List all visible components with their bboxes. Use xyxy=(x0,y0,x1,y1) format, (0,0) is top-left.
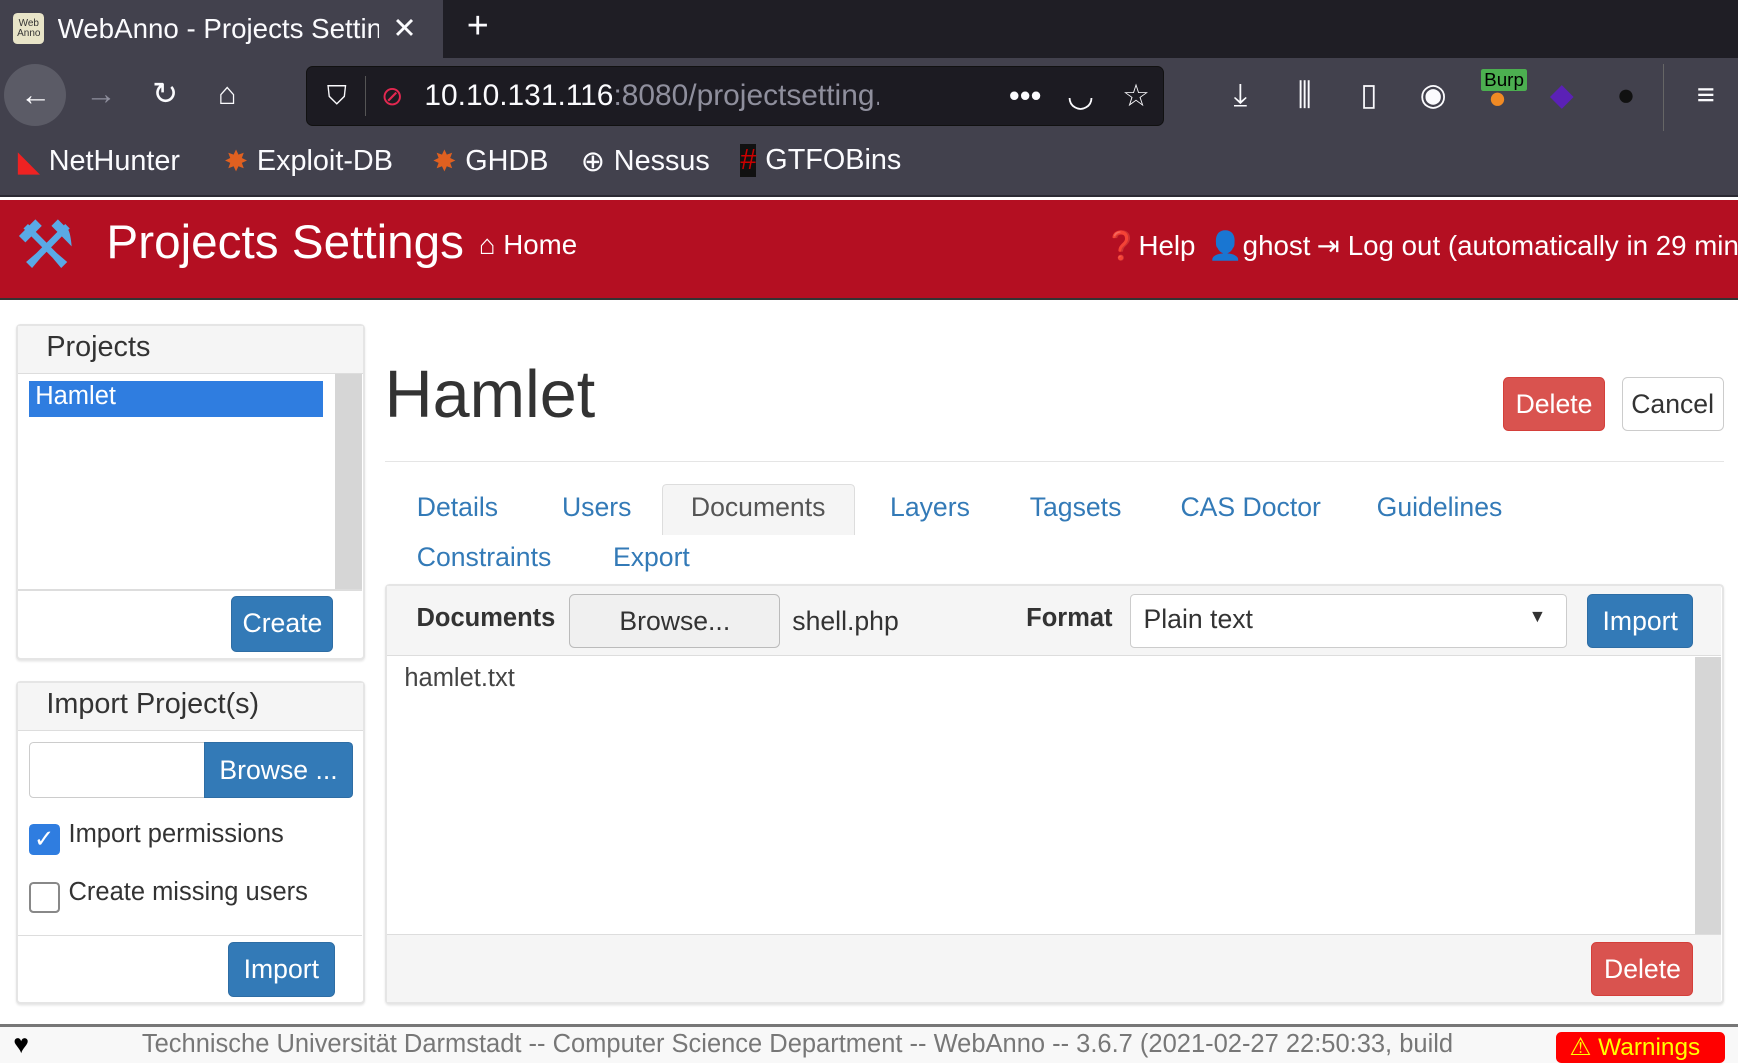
tab-layers[interactable]: Layers xyxy=(890,492,970,523)
tab-title: WebAnno - Projects Settings xyxy=(57,12,380,44)
app-header: ⚒ Projects Settings ⌂ Home ❓Help 👤ghost … xyxy=(0,199,1738,301)
cancel-button[interactable]: Cancel xyxy=(1621,376,1724,432)
burp-badge: Burp xyxy=(1480,68,1528,91)
create-project-button[interactable]: Create xyxy=(231,596,334,652)
bookmark-nethunter[interactable]: ◣ NetHunter xyxy=(18,144,180,179)
delete-document-button[interactable]: Delete xyxy=(1591,941,1694,997)
bookmark-label: NetHunter xyxy=(48,145,180,178)
back-icon[interactable]: ← xyxy=(4,64,67,127)
bookmark-label: Nessus xyxy=(613,145,710,178)
selected-file-name: shell.php xyxy=(792,606,899,637)
import-browse-button[interactable]: Browse ... xyxy=(203,742,354,798)
warning-icon: ⚠ xyxy=(1569,1033,1592,1061)
webanno-favicon-icon: Web Anno xyxy=(13,13,45,45)
tab-cas-doctor[interactable]: CAS Doctor xyxy=(1180,492,1320,523)
exploit-db-icon: ✸ xyxy=(223,146,249,179)
warnings-badge[interactable]: ⚠ Warnings xyxy=(1556,1031,1725,1063)
format-value: Plain text xyxy=(1143,603,1253,634)
close-tab-icon[interactable]: ✕ xyxy=(392,11,416,46)
footer-text: Technische Universität Darmstadt -- Comp… xyxy=(141,1030,1454,1059)
extension-diamond-icon[interactable]: ◆ xyxy=(1543,75,1581,115)
pocket-icon[interactable]: ◡ xyxy=(1061,76,1101,116)
footer: ♥ Technische Universität Darmstadt -- Co… xyxy=(0,1024,1738,1063)
library-icon[interactable]: ⫼ xyxy=(1286,75,1324,115)
document-item[interactable]: hamlet.txt xyxy=(404,664,514,693)
logout-link[interactable]: ⇥ Log out (automatically in 29 min) xyxy=(1317,229,1738,262)
project-title: Hamlet xyxy=(384,357,596,432)
nethunter-icon: ◣ xyxy=(17,146,40,179)
ghdb-icon: ✸ xyxy=(432,146,457,179)
url-text[interactable]: 10.10.131.116:8080/projectsetting.html?7 xyxy=(424,79,878,113)
import-panel-title: Import Project(s) xyxy=(17,682,363,732)
download-icon[interactable]: ⤓ xyxy=(1221,75,1259,115)
account-icon[interactable]: ◉ xyxy=(1414,75,1452,115)
new-tab-icon[interactable]: + xyxy=(459,4,497,46)
import-file-input[interactable] xyxy=(28,742,206,798)
bookmark-label: Exploit-DB xyxy=(256,145,393,178)
projects-panel: Projects Hamlet Create xyxy=(15,323,365,660)
format-label: Format xyxy=(1026,603,1113,632)
help-link[interactable]: ❓Help xyxy=(1104,229,1195,262)
documents-panel: Documents Browse... shell.php Format Pla… xyxy=(384,584,1724,1005)
tab-tagsets[interactable]: Tagsets xyxy=(1030,492,1122,523)
bookmark-nessus[interactable]: ⊕ Nessus xyxy=(581,144,710,179)
tab-strip: Web Anno WebAnno - Projects Settings ✕ + xyxy=(0,0,1738,58)
insecure-lock-icon[interactable]: ⊘ xyxy=(376,76,409,116)
sidebar-icon[interactable]: ▯ xyxy=(1350,75,1388,115)
import-document-button[interactable]: Import xyxy=(1587,593,1694,649)
create-missing-users-checkbox[interactable] xyxy=(28,882,60,914)
project-item-hamlet[interactable]: Hamlet xyxy=(28,381,324,417)
tab-documents[interactable]: Documents xyxy=(661,484,855,536)
tab-constraints[interactable]: Constraints xyxy=(417,542,552,573)
reload-icon[interactable]: ↻ xyxy=(146,75,184,113)
scrollbar[interactable] xyxy=(1694,657,1722,935)
projects-panel-title: Projects xyxy=(17,325,363,375)
tools-logo-icon: ⚒ xyxy=(15,209,76,284)
bookmark-exploit-db[interactable]: ✸ Exploit-DB xyxy=(224,144,393,179)
tab-guidelines[interactable]: Guidelines xyxy=(1377,492,1503,523)
heartbeat-icon: ♥ xyxy=(13,1029,30,1060)
scrollbar[interactable] xyxy=(334,374,363,590)
import-permissions-checkbox[interactable]: ✓ xyxy=(28,824,60,856)
bookmark-star-icon[interactable]: ☆ xyxy=(1116,76,1156,116)
menu-icon[interactable]: ≡ xyxy=(1687,75,1725,115)
url-bar[interactable]: ⛉ ⊘ 10.10.131.116:8080/projectsetting.ht… xyxy=(305,66,1164,127)
tab-details[interactable]: Details xyxy=(417,492,498,523)
bookmark-gtfobins[interactable]: # GTFOBins xyxy=(740,144,902,178)
delete-project-button[interactable]: Delete xyxy=(1503,376,1605,432)
shield-icon[interactable]: ⛉ xyxy=(320,76,353,116)
chevron-down-icon: ▼ xyxy=(1528,605,1547,626)
hat-extension-icon[interactable]: ● xyxy=(1607,75,1645,115)
create-missing-users-label: Create missing users xyxy=(68,877,308,906)
import-project-panel: Import Project(s) Browse ... ✓ Import pe… xyxy=(15,680,365,1005)
globe-icon: ⊕ xyxy=(580,146,605,179)
import-project-button[interactable]: Import xyxy=(228,941,335,998)
more-icon[interactable]: ••• xyxy=(1003,76,1047,116)
format-select[interactable]: Plain text ▼ xyxy=(1130,593,1568,649)
nav-toolbar: ← → ↻ ⌂ ⛉ ⊘ 10.10.131.116:8080/projectse… xyxy=(0,57,1738,198)
home-link[interactable]: ⌂ Home xyxy=(479,229,577,261)
page-header-title: Projects Settings xyxy=(106,216,464,270)
documents-label: Documents xyxy=(416,603,556,632)
gtfobins-icon: # xyxy=(740,144,757,178)
browse-documents-button[interactable]: Browse... xyxy=(569,593,781,649)
browser-tab[interactable]: Web Anno WebAnno - Projects Settings ✕ xyxy=(0,0,444,58)
bookmark-label: GHDB xyxy=(465,145,549,178)
import-permissions-label: Import permissions xyxy=(68,820,284,848)
home-icon[interactable]: ⌂ xyxy=(208,75,246,113)
bookmark-label: GTFOBins xyxy=(765,144,902,177)
forward-icon[interactable]: → xyxy=(82,75,120,113)
tab-export[interactable]: Export xyxy=(613,542,690,573)
bookmark-ghdb[interactable]: ✸ GHDB xyxy=(432,144,548,179)
user-link[interactable]: 👤ghost xyxy=(1208,229,1310,262)
tab-users[interactable]: Users xyxy=(562,492,631,523)
